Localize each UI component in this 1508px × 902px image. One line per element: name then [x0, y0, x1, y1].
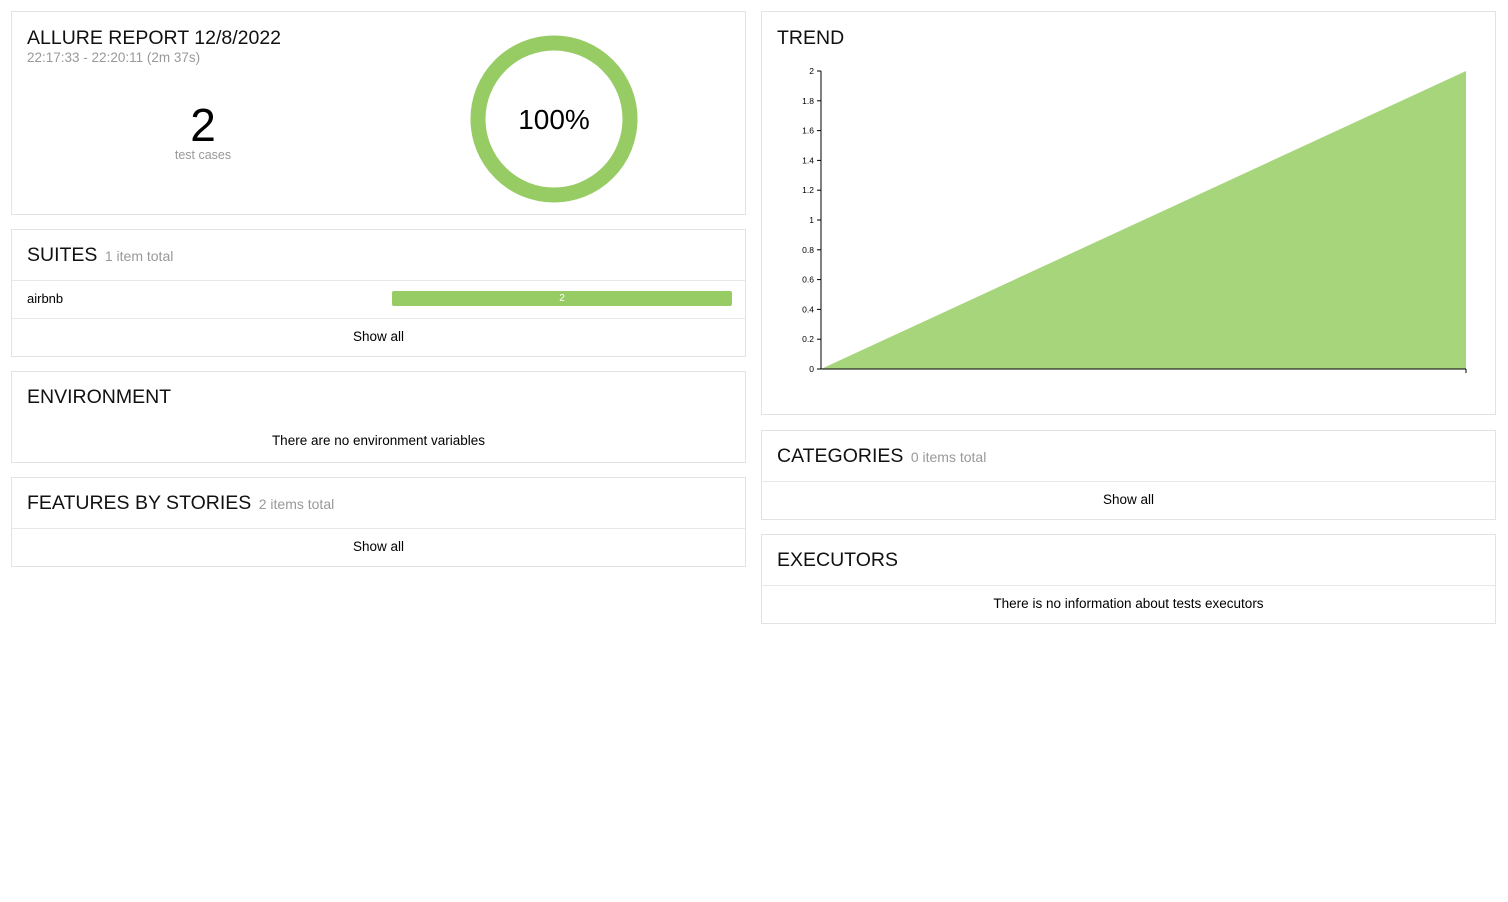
test-case-count: 2: [190, 99, 216, 151]
executors-title: EXECUTORS: [777, 549, 898, 571]
features-widget: FEATURES BY STORIES 2 items total Show a…: [11, 477, 746, 567]
suite-name: airbnb: [27, 291, 64, 306]
summary-widget: ALLURE REPORT 12/8/2022 22:17:33 - 22:20…: [11, 11, 746, 215]
report-title: ALLURE REPORT 12/8/2022: [27, 27, 282, 49]
trend-y-tick-label: 0.6: [802, 275, 814, 285]
report-time-range: 22:17:33 - 22:20:11 (2m 37s): [27, 50, 201, 65]
success-rate-donut: 100%: [470, 35, 638, 203]
suites-widget: SUITES 1 item total airbnb 2 Show all: [11, 229, 746, 357]
suites-title: SUITES 1 item total: [27, 244, 173, 267]
executors-widget: EXECUTORS There is no information about …: [761, 534, 1496, 624]
suites-title-text: SUITES: [27, 244, 98, 266]
success-rate-text: 100%: [518, 104, 590, 135]
categories-show-all-link[interactable]: Show all: [762, 492, 1495, 507]
features-title-text: FEATURES BY STORIES: [27, 492, 252, 514]
features-count: 2 items total: [258, 496, 335, 512]
trend-y-tick-label: 0.2: [802, 334, 814, 344]
trend-y-tick-label: 0: [809, 364, 814, 374]
categories-count: 0 items total: [910, 449, 987, 465]
features-show-all-link[interactable]: Show all: [12, 539, 745, 554]
categories-title-text: CATEGORIES: [777, 445, 904, 467]
features-title: FEATURES BY STORIES 2 items total: [27, 492, 334, 515]
suites-count: 1 item total: [104, 248, 174, 264]
environment-title: ENVIRONMENT: [27, 386, 172, 408]
trend-y-tick-label: 0.8: [802, 245, 814, 255]
suites-show-all-link[interactable]: Show all: [12, 329, 745, 344]
categories-title: CATEGORIES 0 items total: [777, 445, 986, 468]
trend-widget: TREND 0 0.2 0.4 0.6 0.8 1 1.2 1.4 1.6 1.8 2: [761, 11, 1496, 415]
environment-widget: ENVIRONMENT There are no environment var…: [11, 371, 746, 463]
suite-passed-bar: 2: [392, 291, 732, 306]
trend-y-tick-label: 2: [809, 66, 814, 76]
trend-y-tick-label: 1.8: [802, 96, 814, 106]
trend-y-tick-label: 1: [809, 215, 814, 225]
trend-y-tick-label: 1.6: [802, 126, 814, 136]
test-case-label: test cases: [174, 148, 232, 162]
suite-row[interactable]: airbnb 2: [12, 281, 745, 318]
executors-empty-message: There is no information about tests exec…: [993, 596, 1264, 611]
categories-widget: CATEGORIES 0 items total Show all: [761, 430, 1496, 520]
trend-y-tick-label: 1.4: [802, 155, 814, 165]
trend-y-tick-label: 1.2: [802, 185, 814, 195]
environment-empty-message: There are no environment variables: [271, 433, 486, 448]
trend-y-tick-label: 0.4: [802, 304, 814, 314]
trend-area-series-0: [821, 71, 1466, 369]
divider: [12, 318, 745, 319]
divider: [762, 585, 1495, 586]
trend-chart: 0 0.2 0.4 0.6 0.8 1 1.2 1.4 1.6 1.8 2: [802, 66, 1467, 374]
divider: [762, 481, 1495, 482]
divider: [12, 528, 745, 529]
